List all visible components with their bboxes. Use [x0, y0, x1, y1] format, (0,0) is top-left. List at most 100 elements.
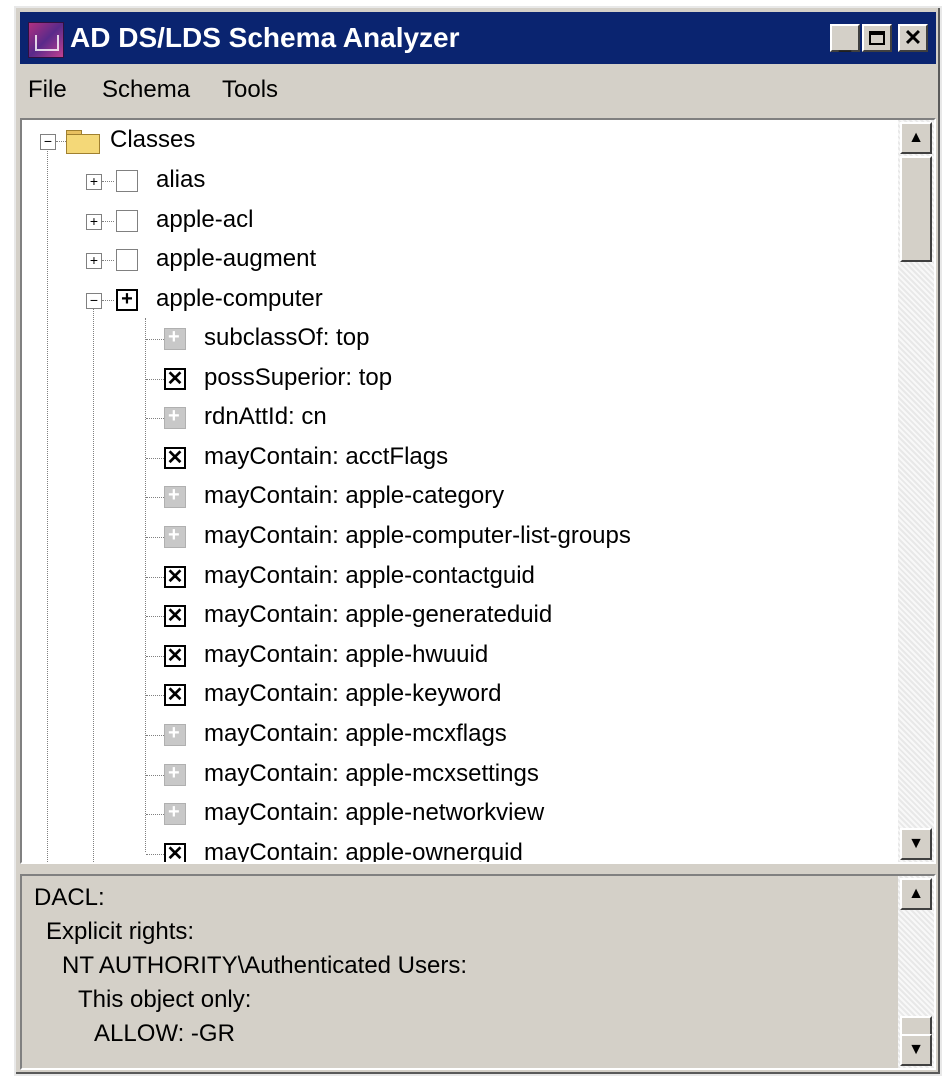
tree-attribute-label: possSuperior: top — [204, 364, 393, 391]
schema-tree[interactable]: − Classes + alias + apple-acl + apple-augment… — [20, 118, 936, 864]
tree-attribute-label: mayContain: apple-mcxsettings — [204, 760, 539, 787]
detail-scrollbar[interactable]: ▲ ▼ — [898, 876, 934, 1068]
tree-class-label: apple-acl — [156, 206, 254, 233]
collapse-icon[interactable]: − — [86, 293, 102, 309]
tree-line — [146, 735, 164, 736]
tree-root-label: Classes — [110, 126, 196, 153]
checked-box-icon[interactable]: ✕ — [164, 645, 186, 667]
tree-attribute-label: mayContain: acctFlags — [204, 443, 449, 470]
detail-line: DACL: — [34, 884, 105, 911]
detail-line: NT AUTHORITY\Authenticated Users: — [62, 952, 468, 979]
tree-line — [56, 141, 66, 142]
disabled-box-icon[interactable] — [164, 762, 186, 786]
app-icon — [28, 22, 64, 58]
arrow-down-icon: ▼ — [908, 1041, 924, 1058]
tree-attribute-label: mayContain: apple-generateduid — [204, 601, 553, 628]
title-bar[interactable]: AD DS/LDS Schema Analyzer _ ✕ — [20, 12, 936, 64]
disabled-box-icon[interactable] — [164, 801, 186, 825]
tree-attribute-item[interactable]: subclassOf: top — [22, 322, 882, 356]
expand-icon[interactable]: + — [86, 214, 102, 230]
detail-line: Explicit rights: — [46, 918, 195, 945]
checked-box-icon[interactable]: ✕ — [164, 843, 186, 862]
collapse-icon[interactable]: − — [40, 134, 56, 150]
checked-box-icon[interactable]: ✕ — [164, 566, 186, 588]
tree-class-label: alias — [156, 166, 206, 193]
tree-attribute-item[interactable]: ✕ mayContain: apple-hwuuid — [22, 639, 882, 673]
tree-class-label: apple-computer — [156, 285, 323, 312]
maximize-button[interactable] — [862, 24, 892, 52]
tree-line — [146, 379, 164, 380]
detail-scroll-down-button[interactable]: ▼ — [900, 1034, 932, 1066]
tree-line — [146, 616, 164, 617]
close-button[interactable]: ✕ — [898, 24, 928, 52]
detail-scroll-up-button[interactable]: ▲ — [900, 878, 932, 910]
scroll-thumb[interactable] — [900, 156, 932, 262]
scroll-down-button[interactable]: ▼ — [900, 828, 932, 860]
checked-box-icon[interactable]: ✕ — [164, 368, 186, 390]
folder-icon — [66, 128, 100, 154]
scroll-up-button[interactable]: ▲ — [900, 122, 932, 154]
expand-icon[interactable]: + — [86, 253, 102, 269]
detail-pane[interactable]: DACL: Explicit rights: NT AUTHORITY\Auth… — [20, 874, 936, 1070]
tree-line — [102, 181, 114, 182]
detail-line: This object only: — [78, 986, 252, 1013]
tree-attribute-item[interactable]: ✕ possSuperior: top — [22, 362, 882, 396]
tree-line — [146, 537, 164, 538]
tree-attribute-item[interactable]: mayContain: apple-category — [22, 480, 882, 514]
menu-schema[interactable]: Schema — [102, 76, 190, 104]
tree-attribute-item[interactable]: mayContain: apple-computer-list-groups — [22, 520, 882, 554]
tree-line — [102, 221, 114, 222]
tree-attribute-item[interactable]: mayContain: apple-networkview — [22, 797, 882, 831]
tree-class-item[interactable]: + alias — [22, 164, 882, 198]
tree-line — [146, 577, 164, 578]
disabled-box-icon[interactable] — [164, 484, 186, 508]
tree-attribute-item[interactable]: ✕ mayContain: apple-contactguid — [22, 560, 882, 594]
tree-attribute-item[interactable]: ✕ mayContain: acctFlags — [22, 441, 882, 475]
tree-scrollbar[interactable]: ▲ ▼ — [898, 120, 934, 862]
tree-attribute-label: mayContain: apple-category — [204, 482, 505, 509]
tree-line — [146, 854, 164, 855]
tree-class-item[interactable]: + apple-acl — [22, 204, 882, 238]
checked-box-icon[interactable]: ✕ — [164, 605, 186, 627]
tree-attribute-label: mayContain: apple-networkview — [204, 799, 545, 826]
tree-line — [102, 300, 114, 301]
minimize-button[interactable]: _ — [830, 24, 860, 54]
tree-line — [146, 775, 164, 776]
menu-tools[interactable]: Tools — [222, 76, 278, 104]
disabled-box-icon[interactable] — [164, 405, 186, 429]
detail-line: ALLOW: -GR — [94, 1020, 235, 1047]
tree-line — [146, 418, 164, 419]
tree-line — [146, 814, 164, 815]
checked-box-icon[interactable]: ✕ — [164, 447, 186, 469]
expand-icon[interactable]: + — [86, 174, 102, 190]
tree-line — [146, 656, 164, 657]
window-title: AD DS/LDS Schema Analyzer — [70, 22, 460, 53]
checked-box-icon[interactable]: ✕ — [164, 684, 186, 706]
app-window: AD DS/LDS Schema Analyzer _ ✕ File Schem… — [14, 6, 942, 1076]
tree-attribute-label: mayContain: apple-hwuuid — [204, 641, 489, 668]
disabled-box-icon[interactable] — [164, 524, 186, 548]
arrow-up-icon: ▲ — [908, 129, 924, 146]
menu-bar: File Schema Tools — [20, 70, 936, 110]
tree-root-classes[interactable]: − Classes — [22, 124, 882, 158]
disabled-box-icon[interactable] — [164, 326, 186, 350]
tree-class-item[interactable]: + apple-augment — [22, 243, 882, 277]
tree-attribute-label: mayContain: apple-mcxflags — [204, 720, 507, 747]
tree-attribute-item[interactable]: ✕ mayContain: apple-ownerguid — [22, 837, 882, 862]
menu-file[interactable]: File — [28, 76, 67, 104]
arrow-down-icon: ▼ — [908, 835, 924, 852]
disabled-box-icon[interactable] — [164, 722, 186, 746]
tree-line — [102, 260, 114, 261]
tree-class-item[interactable]: − + apple-computer — [22, 283, 882, 317]
class-checkbox[interactable] — [116, 249, 138, 271]
tree-attribute-label: mayContain: apple-contactguid — [204, 562, 535, 589]
tree-attribute-item[interactable]: rdnAttId: cn — [22, 401, 882, 435]
tree-line — [146, 339, 164, 340]
tree-attribute-item[interactable]: ✕ mayContain: apple-generateduid — [22, 599, 882, 633]
class-checkbox[interactable] — [116, 210, 138, 232]
tree-attribute-item[interactable]: mayContain: apple-mcxsettings — [22, 758, 882, 792]
tree-attribute-item[interactable]: ✕ mayContain: apple-keyword — [22, 678, 882, 712]
class-checkbox[interactable]: + — [116, 289, 138, 311]
class-checkbox[interactable] — [116, 170, 138, 192]
tree-attribute-item[interactable]: mayContain: apple-mcxflags — [22, 718, 882, 752]
